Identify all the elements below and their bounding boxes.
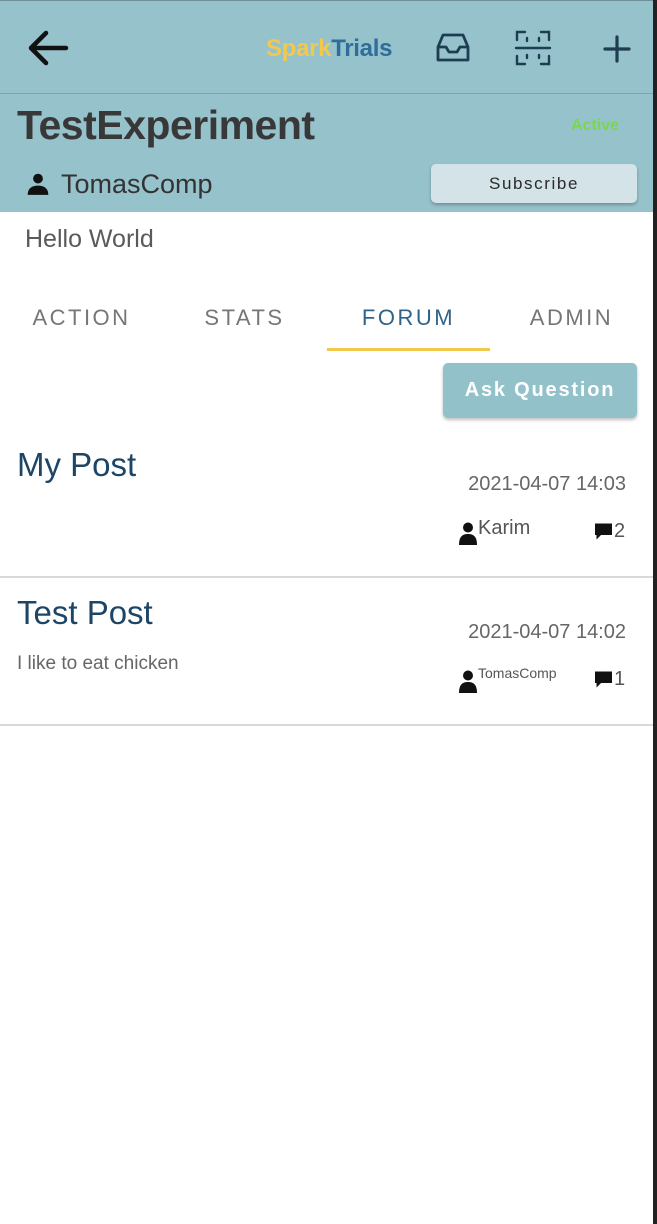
post-date: 2021-04-07 14:02 bbox=[468, 621, 626, 643]
back-button[interactable] bbox=[22, 25, 72, 71]
post-body: I like to eat chicken bbox=[17, 653, 179, 674]
person-icon bbox=[459, 670, 477, 693]
post-author: Karim bbox=[458, 517, 530, 545]
tab-forum[interactable]: FORUM bbox=[327, 285, 490, 351]
experiment-title: TestExperiment bbox=[17, 102, 315, 148]
post-comments: 2 bbox=[594, 520, 625, 543]
brand-logo: SparkTrials bbox=[266, 35, 392, 63]
owner-name: TomasComp bbox=[61, 168, 213, 199]
experiment-header: TestExperiment Active TomasComp Subscrib… bbox=[0, 94, 653, 212]
scan-button[interactable] bbox=[514, 29, 552, 67]
screen-edge bbox=[653, 0, 657, 1224]
owner-row[interactable]: TomasComp bbox=[25, 167, 213, 201]
author-name: TomasComp bbox=[478, 665, 557, 681]
tab-bar: ACTION STATS FORUM ADMIN bbox=[0, 285, 653, 355]
status-badge: Active bbox=[571, 117, 620, 134]
comment-count: 1 bbox=[614, 668, 626, 690]
app-bar: SparkTrials bbox=[0, 0, 653, 94]
post-title: Test Post bbox=[17, 594, 153, 631]
tab-stats[interactable]: STATS bbox=[163, 285, 326, 351]
post-title: My Post bbox=[17, 446, 137, 483]
ask-question-button[interactable]: Ask Question bbox=[443, 363, 637, 418]
comment-icon bbox=[595, 523, 612, 540]
comment-count: 2 bbox=[614, 520, 626, 542]
post-comments: 1 bbox=[594, 668, 625, 691]
back-arrow-icon bbox=[28, 30, 69, 66]
person-icon bbox=[459, 522, 477, 545]
active-tab-indicator bbox=[327, 348, 490, 351]
experiment-description: Hello World bbox=[25, 225, 154, 253]
list-item[interactable]: Test Post I like to eat chicken 2021-04-… bbox=[0, 576, 653, 726]
post-date: 2021-04-07 14:03 bbox=[468, 473, 626, 495]
tab-action[interactable]: ACTION bbox=[0, 285, 163, 351]
subscribe-button[interactable]: Subscribe bbox=[431, 164, 637, 203]
list-item[interactable]: My Post 2021-04-07 14:03 Karim 2 bbox=[0, 428, 653, 578]
inbox-button[interactable] bbox=[434, 29, 472, 67]
inbox-icon bbox=[436, 33, 470, 62]
plus-icon bbox=[603, 35, 631, 63]
qr-scan-icon bbox=[514, 30, 552, 66]
brand-trials: Trials bbox=[331, 35, 393, 62]
person-icon bbox=[27, 173, 49, 195]
brand-spark: Spark bbox=[266, 35, 332, 62]
add-button[interactable] bbox=[598, 29, 636, 67]
author-name: Karim bbox=[478, 517, 531, 539]
post-author: TomasComp bbox=[458, 665, 557, 693]
tab-admin[interactable]: ADMIN bbox=[490, 285, 653, 351]
comment-icon bbox=[595, 671, 612, 688]
